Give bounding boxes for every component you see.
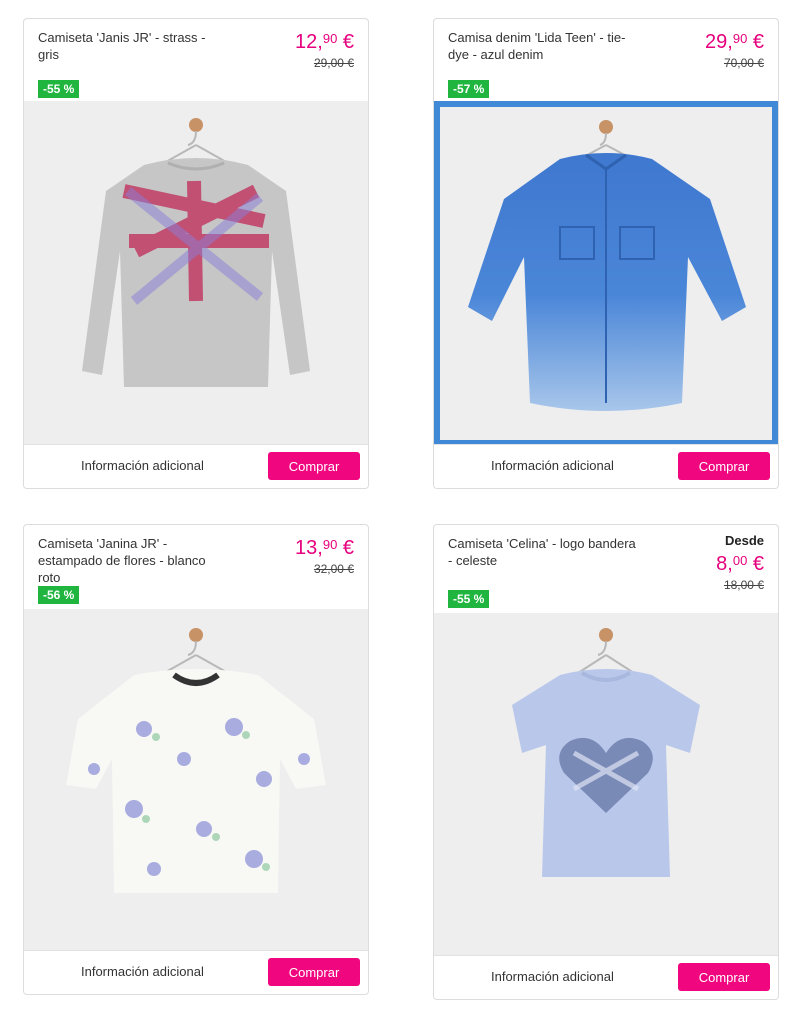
- price-box: 12,90 € 29,00 €: [295, 27, 354, 70]
- price-box: 13,90 € 32,00 €: [295, 533, 354, 576]
- product-image[interactable]: [434, 101, 778, 446]
- buy-button[interactable]: Comprar: [268, 958, 360, 986]
- old-price: 29,00 €: [313, 56, 354, 70]
- buy-button[interactable]: Comprar: [678, 452, 770, 480]
- additional-info-link[interactable]: Información adicional: [81, 964, 204, 979]
- additional-info-link[interactable]: Información adicional: [491, 969, 614, 984]
- product-card[interactable]: Camisa denim 'Lida Teen' - tie-dye - azu…: [433, 18, 779, 489]
- additional-info-link[interactable]: Información adicional: [81, 458, 204, 473]
- light-blue-tshirt-image: [512, 628, 700, 877]
- card-footer: Información adicional Comprar: [434, 444, 778, 488]
- buy-button[interactable]: Comprar: [678, 963, 770, 991]
- grey-long-sleeve-tshirt-image: [82, 118, 310, 387]
- product-title[interactable]: Camisa denim 'Lida Teen' - tie-dye - azu…: [448, 29, 638, 63]
- product-card[interactable]: Camiseta 'Janis JR' - strass - gris 12,9…: [23, 18, 369, 489]
- card-footer: Información adicional Comprar: [24, 950, 368, 994]
- product-image[interactable]: [434, 613, 778, 957]
- current-price: 12,90 €: [295, 31, 354, 53]
- price-box: Desde 8,00 € 18,00 €: [716, 533, 764, 592]
- product-image[interactable]: [24, 609, 368, 952]
- discount-badge: -55 %: [448, 590, 490, 608]
- additional-info-link[interactable]: Información adicional: [491, 458, 614, 473]
- discount-badge: -57 %: [448, 80, 490, 98]
- price-box: 29,90 € 70,00 €: [705, 27, 764, 70]
- price-from-label: Desde: [724, 533, 764, 548]
- current-price: 13,90 €: [295, 537, 354, 559]
- product-title[interactable]: Camiseta 'Janis JR' - strass - gris: [38, 29, 228, 63]
- old-price: 32,00 €: [313, 562, 354, 576]
- denim-shirt-image: [468, 120, 746, 411]
- old-price: 70,00 €: [723, 56, 764, 70]
- discount-badge: -55 %: [38, 80, 80, 98]
- discount-badge: -56 %: [38, 586, 80, 604]
- product-image[interactable]: [24, 101, 368, 446]
- product-card[interactable]: Camiseta 'Celina' - logo bandera - celes…: [433, 524, 779, 1000]
- buy-button[interactable]: Comprar: [268, 452, 360, 480]
- card-footer: Información adicional Comprar: [24, 444, 368, 488]
- product-title[interactable]: Camiseta 'Janina JR' - estampado de flor…: [38, 535, 228, 586]
- current-price: 8,00 €: [716, 553, 764, 575]
- old-price: 18,00 €: [723, 578, 764, 592]
- card-footer: Información adicional Comprar: [434, 955, 778, 999]
- floral-white-tshirt-image: [66, 628, 326, 893]
- product-card[interactable]: Camiseta 'Janina JR' - estampado de flor…: [23, 524, 369, 995]
- product-title[interactable]: Camiseta 'Celina' - logo bandera - celes…: [448, 535, 638, 569]
- current-price: 29,90 €: [705, 31, 764, 53]
